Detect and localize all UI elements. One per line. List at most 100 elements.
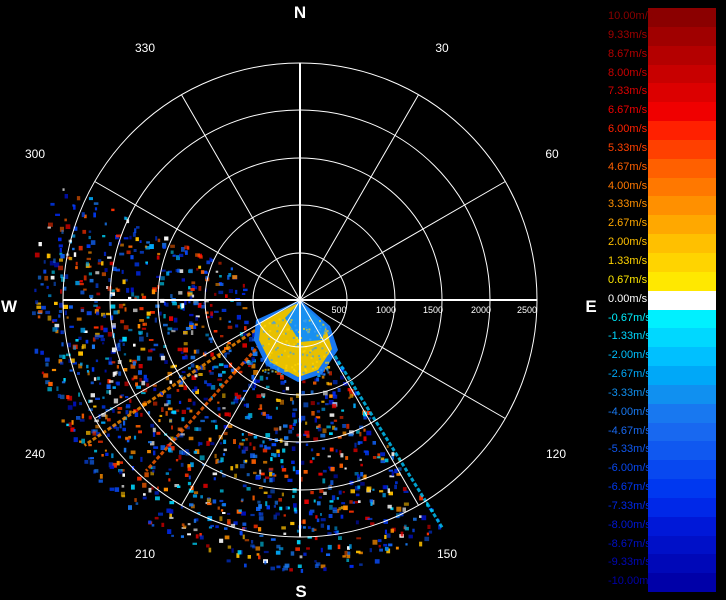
velocity-bin xyxy=(148,349,153,353)
velocity-bin xyxy=(95,283,99,288)
velocity-bin xyxy=(363,450,368,453)
velocity-bin xyxy=(148,520,152,524)
velocity-bin xyxy=(80,309,84,313)
velocity-bin xyxy=(358,500,361,503)
velocity-bin xyxy=(78,336,82,340)
velocity-bin xyxy=(157,238,161,243)
velocity-bin xyxy=(45,362,49,367)
velocity-bin xyxy=(333,419,338,422)
velocity-bin xyxy=(290,551,295,556)
velocity-bin xyxy=(88,251,92,254)
velocity-bin xyxy=(117,435,121,439)
velocity-bin xyxy=(80,362,83,366)
velocity-bin xyxy=(171,534,174,537)
degree-label-30: 30 xyxy=(435,41,449,55)
echo-speckle xyxy=(297,343,300,345)
velocity-bin xyxy=(110,304,116,309)
velocity-bin xyxy=(306,434,310,438)
velocity-bin xyxy=(68,422,72,427)
velocity-bin xyxy=(405,543,408,546)
velocity-bin xyxy=(391,471,394,476)
velocity-bin xyxy=(100,338,105,342)
range-label-1500: 1500 xyxy=(423,305,443,315)
velocity-bin xyxy=(353,403,356,409)
echo-speckle xyxy=(318,358,321,361)
velocity-bin xyxy=(71,420,74,425)
velocity-bin xyxy=(122,336,127,342)
velocity-bin xyxy=(118,371,122,376)
legend-label: 2.67m/s xyxy=(608,217,648,230)
velocity-bin xyxy=(187,481,192,486)
velocity-bin xyxy=(46,285,49,289)
velocity-bin xyxy=(104,222,107,226)
echo-speckle xyxy=(317,371,320,373)
velocity-bin xyxy=(253,524,258,529)
velocity-bin xyxy=(346,558,350,562)
velocity-bin xyxy=(109,465,115,469)
velocity-bin xyxy=(289,568,293,572)
legend-row: 7.33m/s xyxy=(606,83,716,103)
velocity-bin xyxy=(279,506,283,511)
velocity-bin xyxy=(277,453,280,457)
legend-label: 8.67m/s xyxy=(608,47,648,60)
velocity-bin xyxy=(107,331,113,337)
velocity-bin xyxy=(275,512,280,516)
legend-row: -8.67m/s xyxy=(606,535,716,555)
degree-label-330: 330 xyxy=(135,41,155,55)
velocity-bin xyxy=(372,488,375,491)
velocity-bin xyxy=(338,507,341,511)
velocity-bin xyxy=(196,267,199,271)
velocity-bin xyxy=(89,460,95,465)
velocity-bin xyxy=(160,282,165,286)
velocity-bin xyxy=(340,514,344,519)
velocity-bin xyxy=(166,271,170,276)
velocity-bin xyxy=(147,450,151,454)
legend-label: -2.67m/s xyxy=(608,368,651,381)
velocity-bin xyxy=(276,544,281,549)
velocity-bin xyxy=(148,441,152,444)
legend-row: 0.67m/s xyxy=(606,271,716,291)
velocity-bin xyxy=(292,408,298,412)
velocity-bin xyxy=(322,478,326,484)
velocity-bin xyxy=(284,380,287,383)
velocity-bin xyxy=(215,283,220,286)
velocity-bin xyxy=(153,343,159,347)
velocity-bin xyxy=(37,275,42,280)
velocity-bin xyxy=(388,543,393,547)
velocity-bin xyxy=(72,204,75,207)
velocity-bin xyxy=(131,292,135,297)
velocity-bin xyxy=(143,374,147,379)
velocity-bin xyxy=(199,535,204,540)
velocity-bin xyxy=(194,386,198,391)
velocity-bin xyxy=(83,288,87,291)
velocity-bin xyxy=(332,391,336,397)
velocity-bin xyxy=(228,273,232,277)
velocity-bin xyxy=(153,446,159,449)
radial-velocity-ppi-plot: N S E W 330 30 300 60 240 120 210 150 50… xyxy=(1,3,597,600)
velocity-bin xyxy=(185,326,191,331)
legend-label: 9.33m/s xyxy=(608,28,648,41)
velocity-bin xyxy=(156,255,160,260)
velocity-bin xyxy=(359,431,362,437)
velocity-bin xyxy=(105,452,109,456)
velocity-bin xyxy=(267,494,272,499)
velocity-bin xyxy=(93,405,97,408)
velocity-bin xyxy=(251,459,256,464)
velocity-bin xyxy=(146,383,150,387)
velocity-bins-layer xyxy=(32,188,445,573)
echo-speckle xyxy=(312,367,314,370)
velocity-bin xyxy=(295,547,300,551)
velocity-bin xyxy=(55,213,60,216)
velocity-bin xyxy=(227,342,231,345)
velocity-bin xyxy=(258,504,262,509)
velocity-bin xyxy=(40,350,44,355)
velocity-bin xyxy=(69,369,73,372)
velocity-bin xyxy=(384,534,387,539)
velocity-bin xyxy=(145,261,148,264)
velocity-bin xyxy=(62,354,66,359)
velocity-bin xyxy=(345,456,349,460)
velocity-bin xyxy=(263,478,266,483)
velocity-bin xyxy=(139,336,144,342)
echo-speckle xyxy=(282,333,285,336)
velocity-bin xyxy=(329,432,333,435)
